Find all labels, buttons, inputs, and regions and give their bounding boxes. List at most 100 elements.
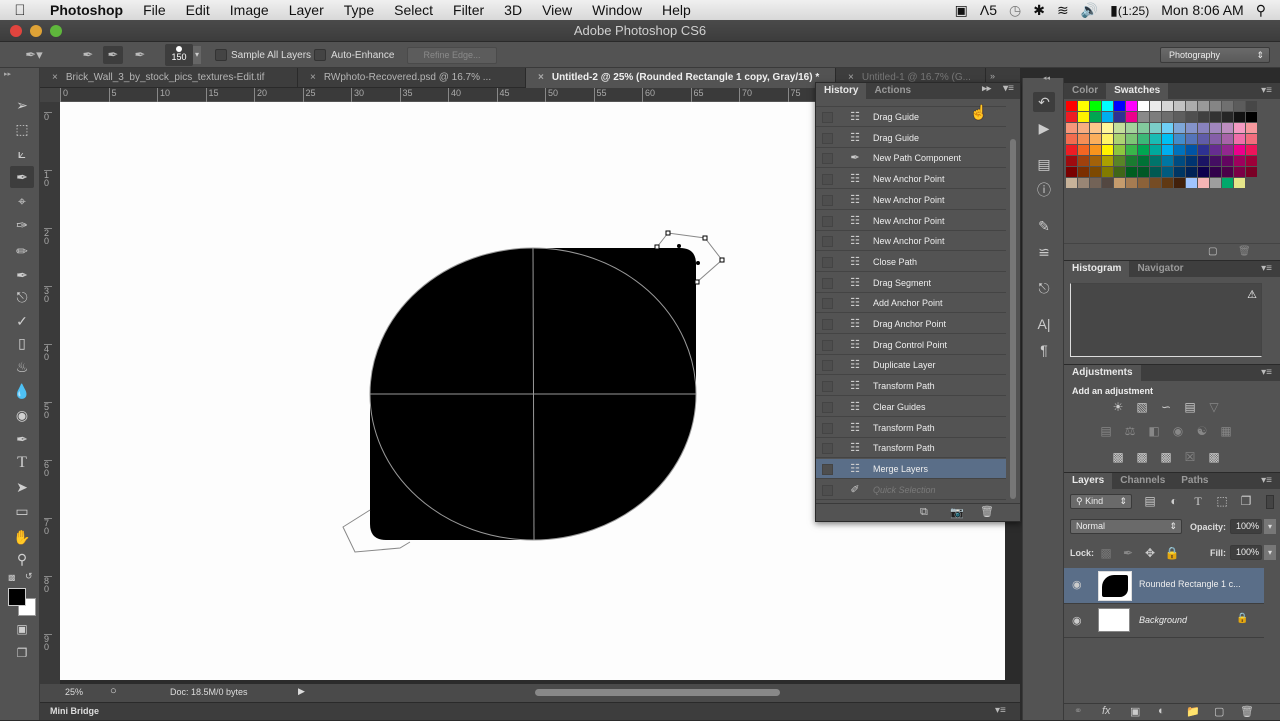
black-white-icon[interactable]: ◧ bbox=[1146, 425, 1162, 438]
add-to-selection-brush-icon[interactable]: ✒ bbox=[103, 46, 123, 64]
color-swatch[interactable] bbox=[1150, 112, 1161, 122]
color-swatch[interactable] bbox=[1234, 101, 1245, 111]
photo-filter-icon[interactable]: ◉ bbox=[1170, 425, 1186, 438]
tab-rwphoto[interactable]: × RWphoto-Recovered.psd @ 16.7% ... bbox=[298, 68, 526, 88]
snapshot-source-checkbox[interactable] bbox=[822, 360, 833, 372]
menu-3d[interactable]: 3D bbox=[494, 0, 532, 20]
history-item[interactable]: ☷ Drag Control Point bbox=[816, 335, 1006, 355]
color-swatch[interactable] bbox=[1066, 167, 1077, 177]
color-swatch[interactable] bbox=[1162, 178, 1173, 188]
link-layers-icon[interactable]: ⚭ bbox=[1074, 706, 1082, 717]
color-swatch[interactable] bbox=[1078, 101, 1089, 111]
color-swatch[interactable] bbox=[1246, 167, 1257, 177]
more-tabs-icon[interactable]: » bbox=[990, 71, 995, 81]
video-camera-icon[interactable]: ▣ bbox=[955, 2, 968, 19]
color-swatch[interactable] bbox=[1150, 156, 1161, 166]
color-swatch[interactable] bbox=[1114, 156, 1125, 166]
color-swatch[interactable] bbox=[1234, 156, 1245, 166]
color-swatch[interactable] bbox=[1210, 156, 1221, 166]
tab-untitled-2[interactable]: × Untitled-2 @ 25% (Rounded Rectangle 1 c… bbox=[526, 68, 836, 88]
color-swatch[interactable] bbox=[1090, 101, 1101, 111]
color-swatch[interactable] bbox=[1174, 101, 1185, 111]
filter-shape-layers-icon[interactable]: ⬚ bbox=[1214, 495, 1230, 508]
tab-actions[interactable]: Actions bbox=[866, 83, 919, 99]
brightness-contrast-icon[interactable]: ☀ bbox=[1110, 401, 1126, 414]
tab-navigator[interactable]: Navigator bbox=[1129, 261, 1191, 277]
curves-icon[interactable]: ∽ bbox=[1158, 401, 1174, 414]
snapshot-source-checkbox[interactable] bbox=[822, 256, 833, 268]
add-layer-mask-icon[interactable]: ▣ bbox=[1130, 705, 1140, 718]
color-swatch[interactable] bbox=[1234, 112, 1245, 122]
color-swatch[interactable] bbox=[1138, 134, 1149, 144]
menu-window[interactable]: Window bbox=[582, 0, 652, 20]
menu-filter[interactable]: Filter bbox=[443, 0, 494, 20]
color-swatch[interactable] bbox=[1198, 156, 1209, 166]
new-swatch-icon[interactable]: ▢ bbox=[1208, 246, 1217, 257]
menu-layer[interactable]: Layer bbox=[279, 0, 334, 20]
color-swatch[interactable] bbox=[1234, 178, 1245, 188]
volume-icon[interactable]: 🔊 bbox=[1081, 2, 1098, 19]
hue-saturation-icon[interactable]: ▤ bbox=[1098, 425, 1114, 438]
history-item[interactable]: ☷ Drag Segment bbox=[816, 273, 1006, 293]
exposure-icon[interactable]: ▤ bbox=[1182, 401, 1198, 414]
close-tab-icon[interactable]: × bbox=[310, 72, 316, 83]
gradient-map-icon[interactable]: ▩ bbox=[1206, 451, 1222, 464]
clone-stamp-tool-icon[interactable]: ⎋ bbox=[10, 286, 34, 308]
eyedropper-tool-icon[interactable]: ✑ bbox=[10, 214, 34, 236]
color-swatch[interactable] bbox=[1222, 123, 1233, 133]
color-swatch[interactable] bbox=[1198, 134, 1209, 144]
menu-select[interactable]: Select bbox=[384, 0, 443, 20]
time-machine-icon[interactable]: ◷ bbox=[1009, 2, 1021, 19]
color-swatch[interactable] bbox=[1102, 178, 1113, 188]
history-item[interactable]: ☷ New Anchor Point bbox=[816, 231, 1006, 252]
color-swatch[interactable] bbox=[1066, 134, 1077, 144]
zoom-level[interactable]: 25% bbox=[65, 687, 83, 697]
panel-menu-icon[interactable]: ▾≡ bbox=[1261, 367, 1272, 378]
invert-icon[interactable]: ▩ bbox=[1110, 451, 1126, 464]
history-item[interactable]: ☷ Clear Guides bbox=[816, 397, 1006, 417]
tab-adjustments[interactable]: Adjustments bbox=[1064, 365, 1141, 381]
color-swatch[interactable] bbox=[1234, 145, 1245, 155]
auto-enhance-checkbox[interactable] bbox=[314, 49, 326, 61]
color-swatch[interactable] bbox=[1186, 178, 1197, 188]
color-swatch[interactable] bbox=[1090, 167, 1101, 177]
history-item[interactable]: ☷ Close Path bbox=[816, 252, 1006, 272]
rectangular-marquee-tool-icon[interactable]: ⬚ bbox=[10, 118, 34, 140]
snapshot-source-checkbox[interactable] bbox=[822, 194, 833, 206]
panel-menu-icon[interactable]: ▾≡ bbox=[1261, 475, 1272, 486]
anchor-point[interactable] bbox=[719, 257, 725, 263]
snapshot-source-checkbox[interactable] bbox=[822, 484, 833, 496]
fill-slider-dropdown-icon[interactable]: ▾ bbox=[1264, 545, 1276, 560]
menu-help[interactable]: Help bbox=[652, 0, 701, 20]
tab-histogram[interactable]: Histogram bbox=[1064, 261, 1130, 277]
history-item[interactable]: ☷ New Anchor Point bbox=[816, 169, 1006, 190]
color-swatch[interactable] bbox=[1090, 178, 1101, 188]
rounded-rectangle-tool-icon[interactable]: ▭ bbox=[10, 500, 34, 522]
apple-menu-icon[interactable]:  bbox=[0, 2, 40, 19]
layer-row[interactable]: ◉ Rounded Rectangle 1 c... bbox=[1064, 568, 1264, 604]
delete-state-trash-icon[interactable]: 🗑 bbox=[980, 505, 994, 518]
color-swatch[interactable] bbox=[1066, 178, 1077, 188]
color-swatch[interactable] bbox=[1090, 123, 1101, 133]
selected-anchor-point[interactable] bbox=[677, 244, 681, 248]
color-swatch[interactable] bbox=[1066, 123, 1077, 133]
sample-all-layers-checkbox[interactable] bbox=[215, 49, 227, 61]
posterize-icon[interactable]: ▩ bbox=[1134, 451, 1150, 464]
layer-locked-icon[interactable]: 🔒 bbox=[1236, 613, 1248, 624]
snapshot-source-checkbox[interactable] bbox=[822, 215, 833, 227]
selective-color-icon[interactable]: ☒ bbox=[1182, 451, 1198, 464]
foreground-color-swatch[interactable] bbox=[8, 588, 26, 606]
color-swatch[interactable] bbox=[1162, 134, 1173, 144]
color-swatch[interactable] bbox=[1066, 156, 1077, 166]
color-swatch[interactable] bbox=[1162, 101, 1173, 111]
color-swatch[interactable] bbox=[1186, 112, 1197, 122]
color-swatch[interactable] bbox=[1198, 145, 1209, 155]
snapshot-source-checkbox[interactable] bbox=[822, 277, 833, 289]
menu-type[interactable]: Type bbox=[334, 0, 384, 20]
color-swatch[interactable] bbox=[1210, 167, 1221, 177]
history-item[interactable]: ✒ New Path Component bbox=[816, 148, 1006, 169]
color-swatch[interactable] bbox=[1174, 156, 1185, 166]
snapshot-source-checkbox[interactable] bbox=[822, 401, 833, 413]
color-swatch[interactable] bbox=[1210, 134, 1221, 144]
color-swatch[interactable] bbox=[1066, 145, 1077, 155]
